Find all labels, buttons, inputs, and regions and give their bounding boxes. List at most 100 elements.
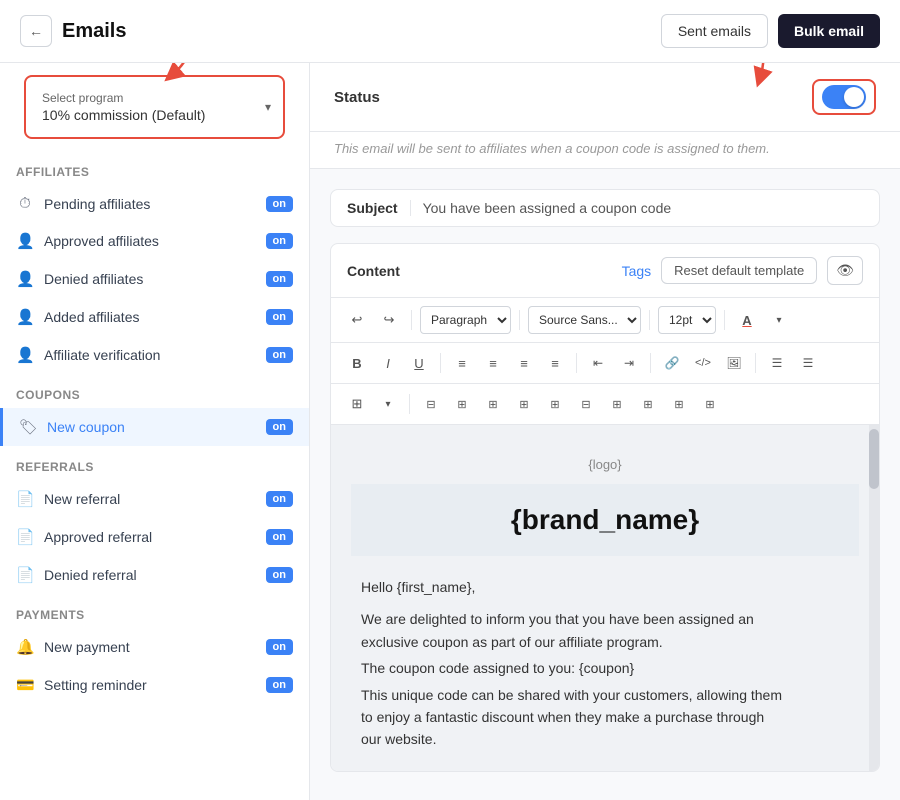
align-justify-button[interactable]: ≡ [541, 349, 569, 377]
toolbar-row2: B I U ≡ ≡ ≡ ≡ ⇤ ⇥ 🔗 </> 🖼 [331, 343, 879, 384]
badge-on: on [266, 677, 293, 693]
badge-on: on [266, 233, 293, 249]
page-title: Emails [62, 20, 126, 43]
table-tool-7[interactable]: ⊞ [603, 390, 631, 418]
content-header: Content Tags Reset default template 👁 [331, 244, 879, 298]
indent-less-button[interactable]: ⇤ [584, 349, 612, 377]
table-tool-9[interactable]: ⊞ [665, 390, 693, 418]
content-actions: Tags Reset default template 👁 [622, 256, 863, 285]
font-select[interactable]: Source Sans... [528, 306, 641, 334]
sent-emails-button[interactable]: Sent emails [661, 14, 768, 48]
list-ol-button[interactable]: ☰ [794, 349, 822, 377]
sidebar-item-new-payment[interactable]: 🔔 New payment on [0, 628, 309, 666]
indent-more-button[interactable]: ⇥ [615, 349, 643, 377]
credit-card-icon: 💳 [16, 676, 34, 694]
tags-link[interactable]: Tags [622, 263, 652, 279]
undo-button[interactable]: ↩ [343, 306, 371, 334]
sidebar-item-approved-affiliates[interactable]: 👤 Approved affiliates on [0, 222, 309, 260]
header-actions: Sent emails Bulk email [661, 14, 880, 48]
preview-body-line2: exclusive coupon as part of our affiliat… [361, 631, 849, 653]
toolbar-separator [409, 394, 410, 414]
scrollbar[interactable] [869, 425, 879, 771]
preview-body-line1: We are delighted to inform you that you … [361, 608, 849, 630]
sidebar-item-setting-reminder[interactable]: 💳 Setting reminder on [0, 666, 309, 704]
table-tool-10[interactable]: ⊞ [696, 390, 724, 418]
subject-value: You have been assigned a coupon code [423, 200, 863, 216]
status-bar: Status [310, 63, 900, 132]
badge-on: on [266, 639, 293, 655]
table-tool-5[interactable]: ⊞ [541, 390, 569, 418]
status-toggle[interactable] [822, 85, 866, 109]
user-check-icon: 👤 [16, 232, 34, 250]
section-payments: PAYMENTS [0, 594, 309, 628]
table-button[interactable]: ⊞ [343, 390, 371, 418]
preview-body-line6: our website. [361, 728, 849, 750]
email-editor: Subject You have been assigned a coupon … [310, 169, 900, 792]
toolbar-separator [755, 353, 756, 373]
badge-on: on [266, 309, 293, 325]
italic-button[interactable]: I [374, 349, 402, 377]
sidebar-item-denied-referral[interactable]: 📄 Denied referral on [0, 556, 309, 594]
badge-on: on [266, 271, 293, 287]
chevron-down-table[interactable]: ▾ [374, 390, 402, 418]
clock-icon: ⏱ [16, 195, 34, 212]
sidebar-item-new-coupon[interactable]: 🏷 New coupon on [0, 408, 309, 446]
back-button[interactable]: ← [20, 15, 52, 47]
toolbar-separator [724, 310, 725, 330]
redo-button[interactable]: ↪ [375, 306, 403, 334]
reset-template-button[interactable]: Reset default template [661, 257, 817, 284]
arrow-annotation-2 [690, 63, 790, 83]
toggle-wrapper[interactable] [812, 79, 876, 115]
header-left: ← Emails [20, 15, 126, 47]
preview-body: Hello {first_name}, We are delighted to … [351, 576, 859, 751]
preview-body-line4: This unique code can be shared with your… [361, 684, 849, 706]
coupon-icon: 🏷 [19, 418, 37, 436]
toggle-knob [844, 87, 864, 107]
font-color-button[interactable]: A [733, 306, 761, 334]
preview-greeting: Hello {first_name}, [361, 576, 849, 598]
table-tool-2[interactable]: ⊞ [448, 390, 476, 418]
underline-button[interactable]: U [405, 349, 433, 377]
table-tool-1[interactable]: ⊟ [417, 390, 445, 418]
code-button[interactable]: </> [689, 349, 717, 377]
sidebar-item-added-affiliates[interactable]: 👤 Added affiliates on [0, 298, 309, 336]
badge-on: on [266, 419, 293, 435]
toolbar-separator [440, 353, 441, 373]
toolbar-separator [411, 310, 412, 330]
section-affiliates: AFFILIATES [0, 151, 309, 185]
bulk-email-button[interactable]: Bulk email [778, 14, 880, 48]
image-button[interactable]: 🖼 [720, 349, 748, 377]
chevron-down-color-button[interactable]: ▾ [765, 306, 793, 334]
toolbar-row1: ↩ ↪ Paragraph Source Sans... 12pt [331, 298, 879, 343]
badge-on: on [266, 529, 293, 545]
list-ul-button[interactable]: ☰ [763, 349, 791, 377]
sidebar-item-approved-referral[interactable]: 📄 Approved referral on [0, 518, 309, 556]
status-label: Status [334, 89, 380, 106]
sidebar-item-new-referral[interactable]: 📄 New referral on [0, 480, 309, 518]
paragraph-select[interactable]: Paragraph [420, 306, 511, 334]
badge-on: on [266, 196, 293, 212]
bell-icon: 🔔 [16, 638, 34, 656]
preview-button[interactable]: 👁 [827, 256, 863, 285]
approved-referral-icon: 📄 [16, 528, 34, 546]
bold-button[interactable]: B [343, 349, 371, 377]
select-program-container[interactable]: Select program 10% commission (Default) … [24, 75, 285, 139]
sidebar-item-denied-affiliates[interactable]: 👤 Denied affiliates on [0, 260, 309, 298]
table-tool-6[interactable]: ⊟ [572, 390, 600, 418]
size-select[interactable]: 12pt [658, 306, 716, 334]
denied-referral-icon: 📄 [16, 566, 34, 584]
scrollbar-thumb[interactable] [869, 429, 879, 489]
user-plus-icon: 👤 [16, 308, 34, 326]
align-left-button[interactable]: ≡ [448, 349, 476, 377]
preview-brand: {brand_name} [351, 484, 859, 556]
table-tool-3[interactable]: ⊞ [479, 390, 507, 418]
align-center-button[interactable]: ≡ [479, 349, 507, 377]
subject-row: Subject You have been assigned a coupon … [330, 189, 880, 227]
link-button[interactable]: 🔗 [658, 349, 686, 377]
align-right-button[interactable]: ≡ [510, 349, 538, 377]
table-tool-4[interactable]: ⊞ [510, 390, 538, 418]
sidebar-item-affiliate-verification[interactable]: 👤 Affiliate verification on [0, 336, 309, 374]
table-tool-8[interactable]: ⊞ [634, 390, 662, 418]
sidebar-item-pending-affiliates[interactable]: ⏱ Pending affiliates on [0, 185, 309, 222]
preview-body-line3: The coupon code assigned to you: {coupon… [361, 657, 849, 679]
